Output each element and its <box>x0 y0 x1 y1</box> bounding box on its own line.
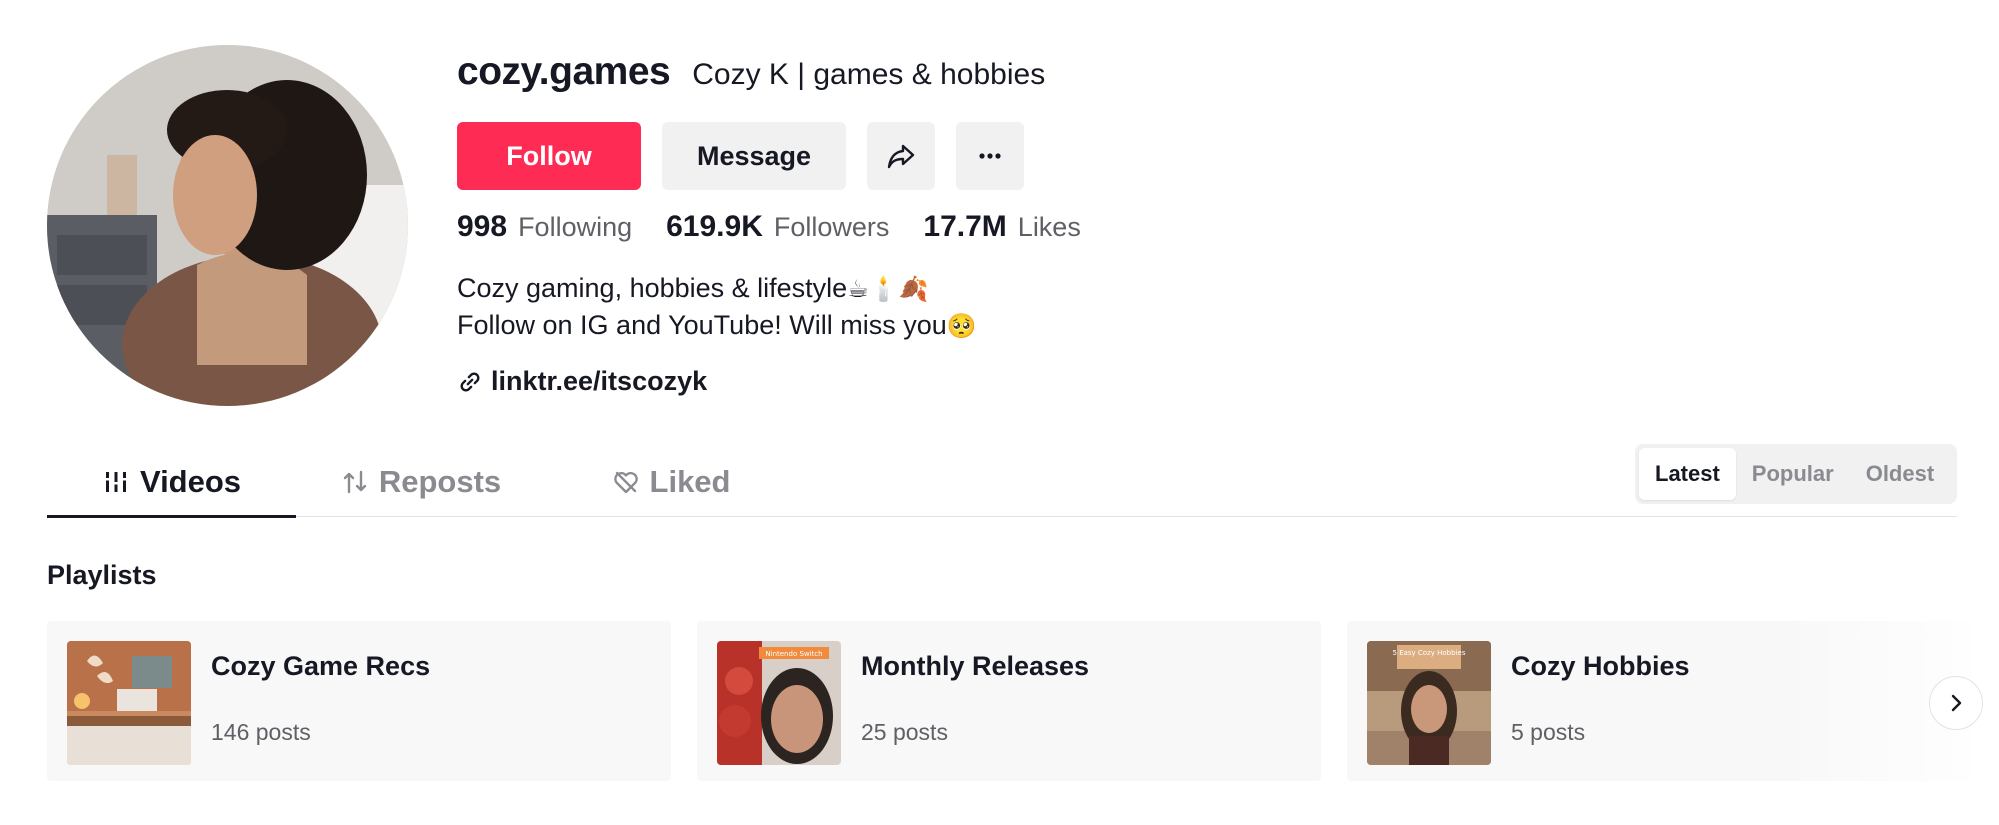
stat-label: Likes <box>1017 212 1081 242</box>
more-options-button[interactable] <box>956 122 1024 190</box>
repost-icon <box>343 470 367 494</box>
stat-value: 998 <box>457 210 508 243</box>
bio-emoji: ☕🕯️🍂 <box>847 275 929 303</box>
playlist-card[interactable]: Cozy Game Recs 146 posts <box>47 621 671 781</box>
bio-emoji: 🥺 <box>946 312 977 340</box>
sort-latest[interactable]: Latest <box>1639 448 1736 500</box>
sort-popular[interactable]: Popular <box>1736 448 1850 500</box>
more-icon <box>979 153 1001 159</box>
bio-text: Cozy gaming, hobbies & lifestyle <box>457 273 848 303</box>
playlist-count: 5 posts <box>1511 719 1586 745</box>
message-button[interactable]: Message <box>662 122 846 190</box>
playlist-count: 25 posts <box>861 719 948 745</box>
playlist-thumbnail: 5 Easy Cozy Hobbies <box>1367 641 1491 765</box>
bio-line-2: Follow on IG and YouTube! Will miss you🥺 <box>457 307 977 344</box>
stat-value: 17.7M <box>923 210 1007 243</box>
avatar[interactable] <box>47 45 408 406</box>
bio-link-text: linktr.ee/itscozyk <box>491 366 708 396</box>
sort-oldest[interactable]: Oldest <box>1850 448 1950 500</box>
playlists-carousel: Cozy Game Recs 146 posts Nintendo Switch… <box>47 621 1999 781</box>
carousel-next-button[interactable] <box>1929 676 1983 730</box>
playlist-name: Monthly Releases <box>861 651 1090 681</box>
share-icon <box>887 144 915 169</box>
playlist-name: Cozy Hobbies <box>1511 651 1690 681</box>
playlist-thumbnail: Nintendo Switch <box>717 641 841 765</box>
stat-likes: 17.7M Likes <box>923 210 1080 244</box>
stat-followers[interactable]: 619.9K Followers <box>666 210 889 244</box>
share-button[interactable] <box>867 122 935 190</box>
tab-label: Reposts <box>378 464 502 499</box>
playlist-name: Cozy Game Recs <box>211 651 431 681</box>
svg-text:Nintendo Switch: Nintendo Switch <box>765 650 822 658</box>
tab-label: Videos <box>139 464 242 499</box>
link-icon <box>460 372 480 391</box>
nickname: Cozy K | games & hobbies <box>692 58 1046 91</box>
bio-text: Follow on IG and YouTube! Will miss you <box>457 310 947 340</box>
stat-label: Followers <box>773 212 890 242</box>
liked-heart-icon <box>613 471 638 494</box>
playlist-thumbnail <box>67 641 191 765</box>
stat-label: Following <box>518 212 633 242</box>
playlist-card[interactable]: Nintendo Switch Monthly Releases 25 post… <box>697 621 1321 781</box>
tab-videos[interactable]: Videos <box>47 447 296 517</box>
playlists-heading: Playlists <box>47 560 157 590</box>
sort-toggle: Latest Popular Oldest <box>1635 444 1957 504</box>
bio: Cozy gaming, hobbies & lifestyle☕🕯️🍂 Fol… <box>457 270 977 344</box>
avatar-image <box>47 45 408 406</box>
tab-reposts[interactable]: Reposts <box>296 447 546 517</box>
playlist-count: 146 posts <box>211 719 311 745</box>
bio-link[interactable]: linktr.ee/itscozyk <box>457 366 707 397</box>
profile-stats: 998 Following 619.9K Followers 17.7M Lik… <box>457 210 1081 244</box>
follow-button[interactable]: Follow <box>457 122 641 190</box>
active-tab-indicator <box>47 515 296 518</box>
stat-value: 619.9K <box>666 210 763 243</box>
tab-liked[interactable]: Liked <box>546 447 796 517</box>
stat-following[interactable]: 998 Following <box>457 210 632 244</box>
chevron-right-icon <box>1951 694 1962 712</box>
svg-text:5 Easy Cozy Hobbies: 5 Easy Cozy Hobbies <box>1393 649 1466 657</box>
tab-label: Liked <box>649 464 731 499</box>
bio-line-1: Cozy gaming, hobbies & lifestyle☕🕯️🍂 <box>457 270 977 307</box>
username: cozy.games <box>457 50 671 93</box>
videos-grid-icon <box>103 472 128 492</box>
